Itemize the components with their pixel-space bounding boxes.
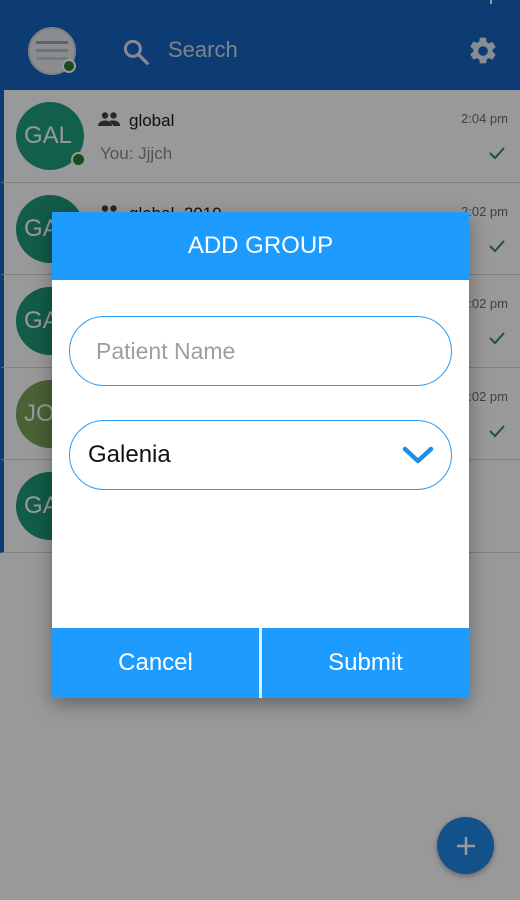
- patient-name-input[interactable]: [70, 317, 451, 385]
- chevron-down-icon[interactable]: [401, 443, 435, 467]
- patient-name-field[interactable]: [69, 316, 452, 386]
- cancel-button[interactable]: Cancel: [52, 628, 259, 698]
- submit-button[interactable]: Submit: [262, 628, 469, 698]
- group-select[interactable]: Galenia: [69, 420, 452, 490]
- add-group-dialog: ADD GROUP Galenia Cancel Submit: [52, 212, 469, 698]
- button-divider: [259, 628, 262, 698]
- dialog-title: ADD GROUP: [52, 212, 469, 280]
- dialog-actions: Cancel Submit: [52, 628, 469, 698]
- group-select-value: Galenia: [88, 441, 171, 468]
